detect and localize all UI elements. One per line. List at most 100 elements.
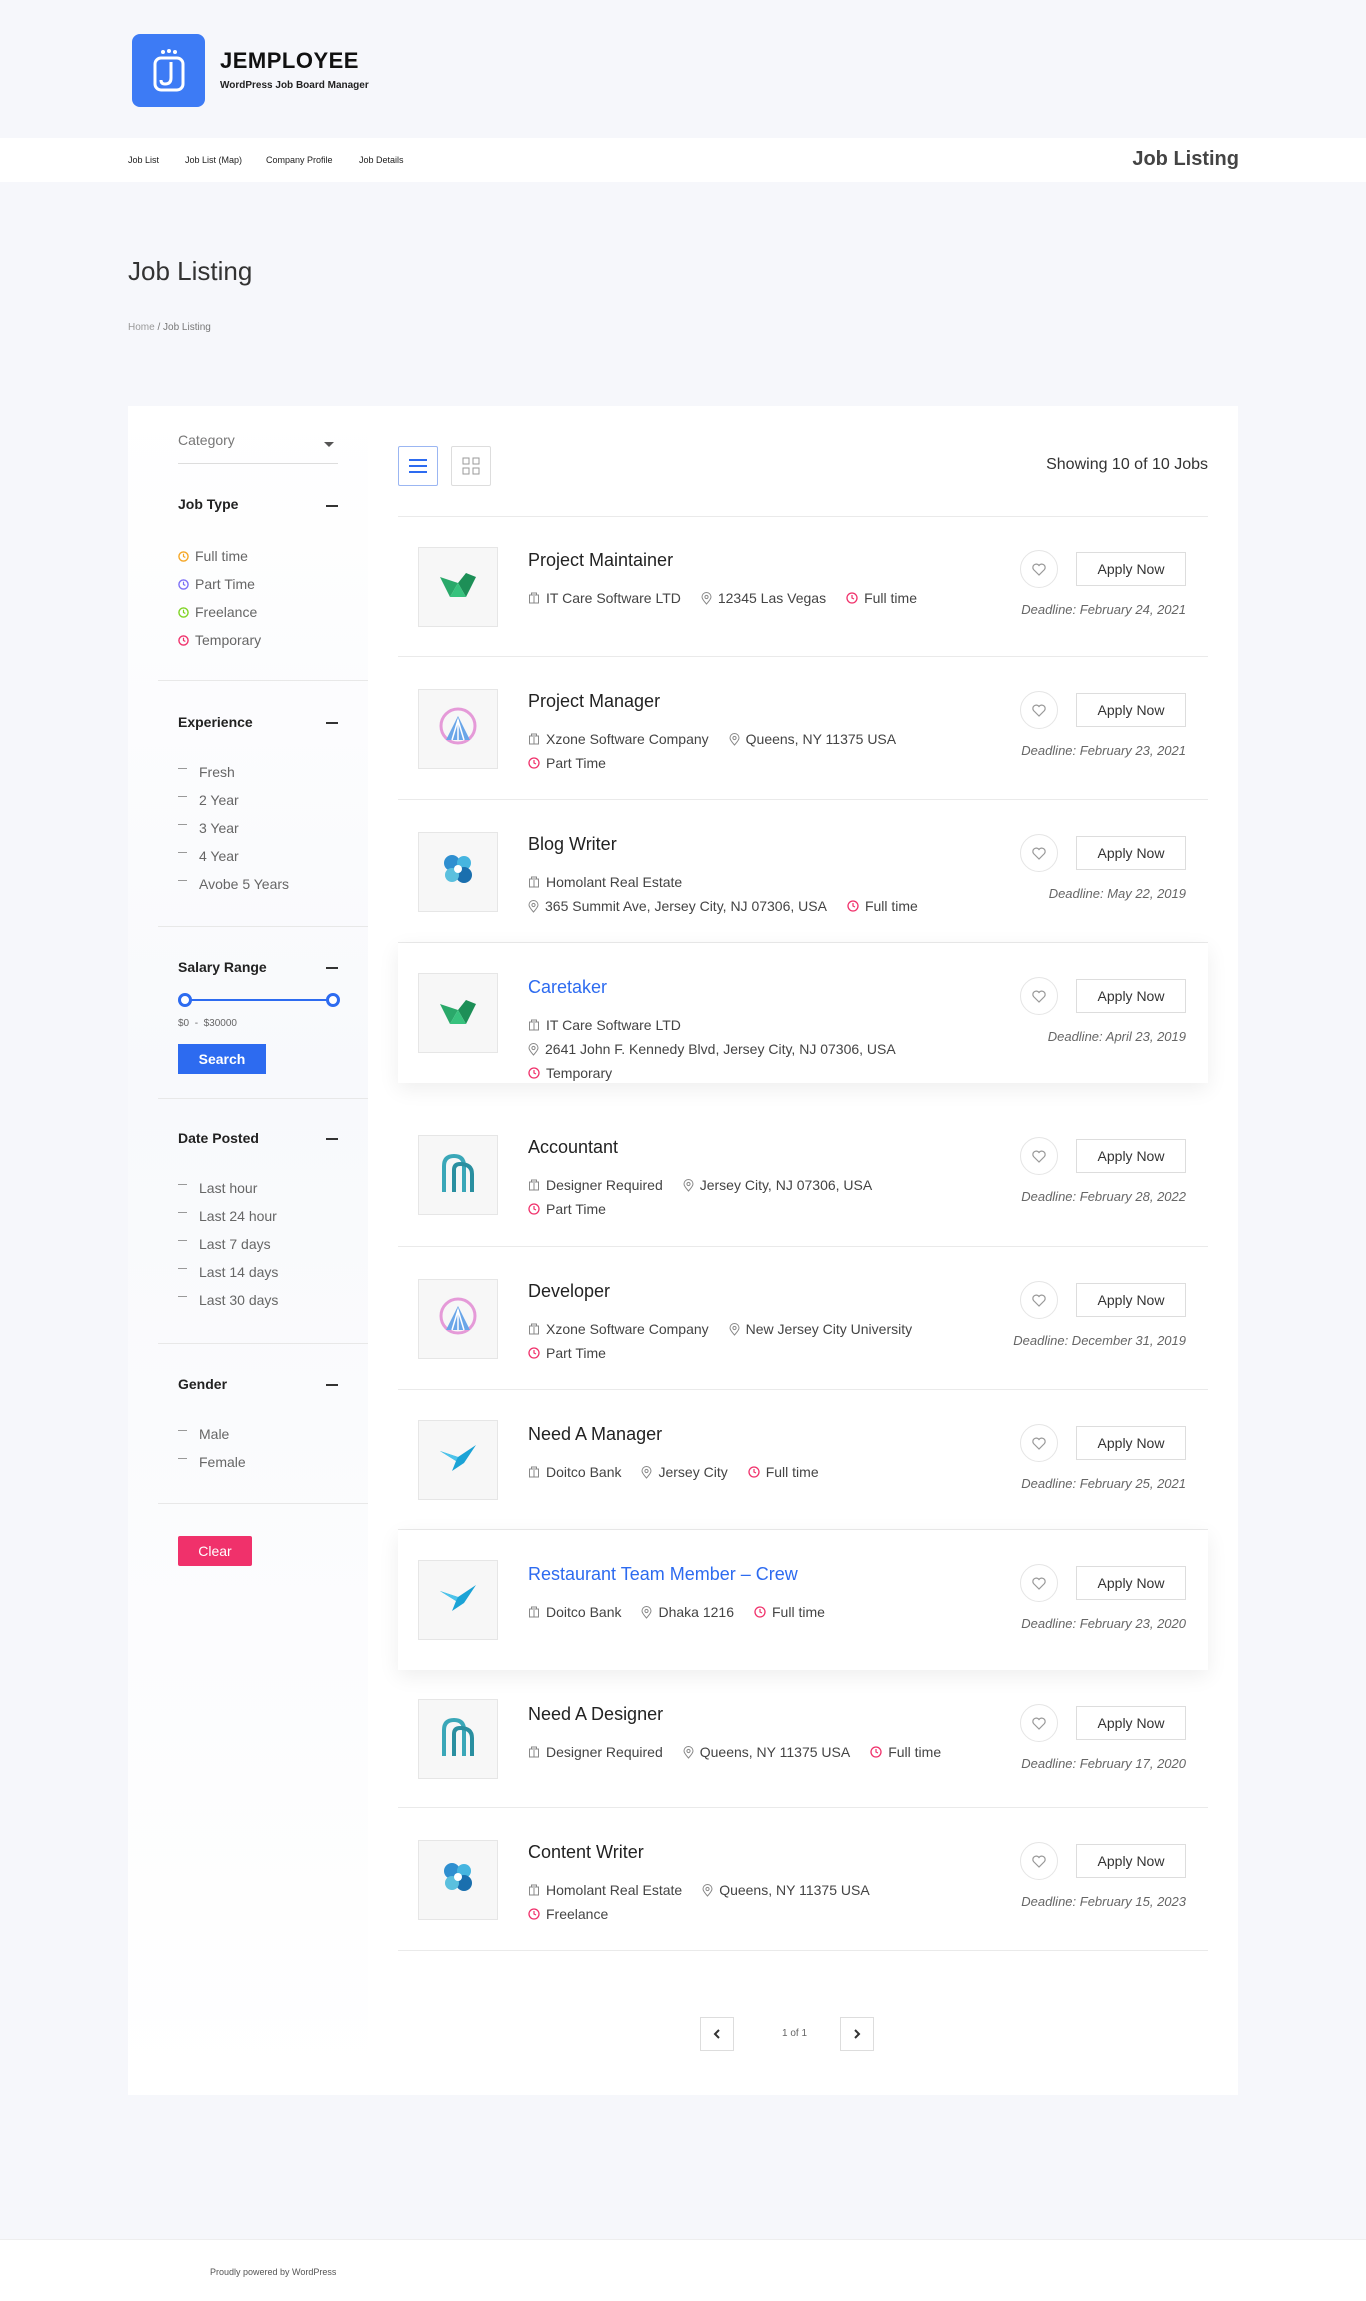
search-button[interactable]: Search <box>178 1044 266 1074</box>
company-logo[interactable] <box>418 831 498 912</box>
job-row[interactable]: Project Manager Xzone Software Company Que… <box>398 657 1208 800</box>
job-type-heading[interactable]: Job Type <box>178 496 238 512</box>
collapse-minus-icon[interactable] <box>326 722 338 724</box>
gender-option[interactable]: Male <box>178 1426 229 1442</box>
job-row[interactable]: Need A Designer Designer Required Queens, … <box>398 1670 1208 1808</box>
experience-option[interactable]: Fresh <box>178 764 235 780</box>
experience-heading[interactable]: Experience <box>178 714 253 730</box>
job-title[interactable]: Project Maintainer <box>528 550 673 571</box>
company-name[interactable]: Xzone Software Company <box>546 731 709 747</box>
experience-option[interactable]: 2 Year <box>178 792 239 808</box>
brand-name[interactable]: JEMPLOYEE <box>220 48 359 74</box>
date-posted-option[interactable]: Last 24 hour <box>178 1208 277 1224</box>
favorite-button[interactable] <box>1020 1564 1058 1602</box>
job-title[interactable]: Blog Writer <box>528 834 617 855</box>
grid-view-button[interactable] <box>451 446 491 486</box>
clear-button[interactable]: Clear <box>178 1536 252 1566</box>
apply-now-button[interactable]: Apply Now <box>1076 836 1186 870</box>
salary-max-handle[interactable] <box>326 993 340 1007</box>
category-select[interactable]: Category <box>178 432 338 464</box>
collapse-minus-icon[interactable] <box>326 1138 338 1140</box>
nav-job-list-map[interactable]: Job List (Map) <box>185 155 242 165</box>
job-row[interactable]: Accountant Designer Required Jersey City, … <box>398 1103 1208 1247</box>
experience-option[interactable]: Avobe 5 Years <box>178 876 289 892</box>
favorite-button[interactable] <box>1020 1842 1058 1880</box>
apply-now-button[interactable]: Apply Now <box>1076 1706 1186 1740</box>
collapse-minus-icon[interactable] <box>326 505 338 507</box>
date-posted-option[interactable]: Last 30 days <box>178 1292 278 1308</box>
company-logo[interactable] <box>418 1839 498 1920</box>
favorite-button[interactable] <box>1020 834 1058 872</box>
apply-now-button[interactable]: Apply Now <box>1076 1426 1186 1460</box>
company-name[interactable]: Designer Required <box>546 1744 663 1760</box>
company-logo[interactable] <box>418 1560 498 1640</box>
apply-now-button[interactable]: Apply Now <box>1076 693 1186 727</box>
experience-option[interactable]: 4 Year <box>178 848 239 864</box>
job-row[interactable]: Blog Writer Homolant Real Estate 365 Summi… <box>398 800 1208 943</box>
favorite-button[interactable] <box>1020 977 1058 1015</box>
salary-range-track[interactable] <box>185 999 333 1001</box>
salary-min-handle[interactable] <box>178 993 192 1007</box>
job-title[interactable]: Need A Designer <box>528 1704 663 1725</box>
company-name[interactable]: Homolant Real Estate <box>546 874 682 890</box>
prev-page-button[interactable] <box>700 2017 734 2051</box>
date-posted-heading[interactable]: Date Posted <box>178 1130 259 1146</box>
company-name[interactable]: IT Care Software LTD <box>546 1017 681 1033</box>
job-title[interactable]: Content Writer <box>528 1842 644 1863</box>
company-logo[interactable] <box>418 1420 498 1500</box>
company-logo[interactable] <box>418 1278 498 1359</box>
apply-now-button[interactable]: Apply Now <box>1076 1283 1186 1317</box>
company-logo[interactable] <box>418 546 498 627</box>
job-row[interactable]: Developer Xzone Software Company New Jerse… <box>398 1247 1208 1390</box>
job-title[interactable]: Project Manager <box>528 691 660 712</box>
job-type-option[interactable]: Full time <box>178 548 248 564</box>
job-type-option[interactable]: Part Time <box>178 576 255 592</box>
job-row[interactable]: Need A Manager Doitco Bank Jersey City Full… <box>398 1390 1208 1530</box>
apply-now-button[interactable]: Apply Now <box>1076 1844 1186 1878</box>
job-title[interactable]: Developer <box>528 1281 610 1302</box>
job-row[interactable]: Content Writer Homolant Real Estate Queens… <box>398 1808 1208 1951</box>
job-row[interactable]: Restaurant Team Member – Crew Doitco Bank… <box>398 1530 1208 1670</box>
company-logo[interactable] <box>418 688 498 769</box>
gender-option[interactable]: Female <box>178 1454 246 1470</box>
favorite-button[interactable] <box>1020 1704 1058 1742</box>
apply-now-button[interactable]: Apply Now <box>1076 1566 1186 1600</box>
breadcrumb-home[interactable]: Home <box>128 322 155 333</box>
job-type-option[interactable]: Freelance <box>178 604 257 620</box>
job-title[interactable]: Accountant <box>528 1137 618 1158</box>
nav-company-profile[interactable]: Company Profile <box>266 155 333 165</box>
favorite-button[interactable] <box>1020 691 1058 729</box>
company-name[interactable]: IT Care Software LTD <box>546 590 681 606</box>
company-logo[interactable] <box>418 1699 498 1779</box>
list-view-button[interactable] <box>398 446 438 486</box>
next-page-button[interactable] <box>840 2017 874 2051</box>
company-name[interactable]: Doitco Bank <box>546 1464 621 1480</box>
company-logo[interactable] <box>418 973 498 1053</box>
job-title[interactable]: Need A Manager <box>528 1424 662 1445</box>
gender-heading[interactable]: Gender <box>178 1376 227 1392</box>
favorite-button[interactable] <box>1020 550 1058 588</box>
collapse-minus-icon[interactable] <box>326 967 338 969</box>
experience-option[interactable]: 3 Year <box>178 820 239 836</box>
job-row[interactable]: Caretaker IT Care Software LTD 2641 John F… <box>398 943 1208 1083</box>
favorite-button[interactable] <box>1020 1424 1058 1462</box>
brand-logo[interactable] <box>132 34 205 107</box>
apply-now-button[interactable]: Apply Now <box>1076 979 1186 1013</box>
job-type-option[interactable]: Temporary <box>178 632 261 648</box>
date-posted-option[interactable]: Last hour <box>178 1180 257 1196</box>
company-name[interactable]: Doitco Bank <box>546 1604 621 1620</box>
favorite-button[interactable] <box>1020 1281 1058 1319</box>
job-row[interactable]: Project Maintainer IT Care Software LTD 12… <box>398 516 1208 657</box>
collapse-minus-icon[interactable] <box>326 1384 338 1386</box>
company-name[interactable]: Xzone Software Company <box>546 1321 709 1337</box>
company-logo[interactable] <box>418 1135 498 1215</box>
job-title[interactable]: Restaurant Team Member – Crew <box>528 1564 798 1585</box>
favorite-button[interactable] <box>1020 1137 1058 1175</box>
apply-now-button[interactable]: Apply Now <box>1076 552 1186 586</box>
footer-credit[interactable]: Proudly powered by WordPress <box>210 2267 336 2277</box>
date-posted-option[interactable]: Last 14 days <box>178 1264 278 1280</box>
job-title[interactable]: Caretaker <box>528 977 607 998</box>
company-name[interactable]: Designer Required <box>546 1177 663 1193</box>
nav-job-list[interactable]: Job List <box>128 155 159 165</box>
date-posted-option[interactable]: Last 7 days <box>178 1236 271 1252</box>
